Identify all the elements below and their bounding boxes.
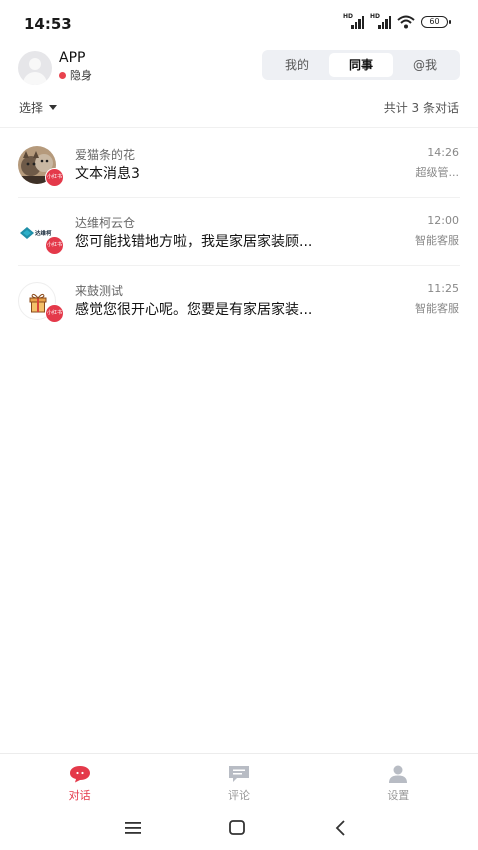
message-time: 14:26 (427, 146, 459, 159)
chat-bubble-icon (69, 766, 90, 783)
header: APP 隐身 我的 同事 @我 (0, 48, 478, 88)
status-bar: 14:53 HD HD 60 (0, 0, 478, 48)
tab-label: 评论 (227, 789, 250, 802)
assigned-agent: 超级管... (415, 166, 460, 179)
tab-mine[interactable]: 我的 (265, 53, 329, 77)
assigned-agent: 智能客服 (415, 302, 459, 315)
system-navigation (0, 806, 478, 850)
presence-status[interactable]: 隐身 (59, 67, 92, 83)
last-message: 文本消息3 (75, 166, 140, 182)
tab-conversations[interactable]: 对话 (0, 754, 159, 805)
list-toolbar: 选择 共计 3 条对话 (0, 90, 478, 128)
platform-badge: 小红书 (45, 236, 64, 255)
home-icon[interactable] (225, 816, 249, 840)
select-label: 选择 (19, 101, 44, 115)
last-message: 感觉您很开心呢。您要是有家居家装... (75, 302, 313, 318)
status-icons: HD HD 60 (343, 13, 451, 29)
tab-label: 对话 (68, 789, 91, 802)
contact-name: 来鼓测试 (75, 284, 124, 298)
contact-avatar: 达维柯 小红书 (18, 214, 64, 255)
segment-control: 我的 同事 @我 (262, 50, 460, 80)
contact-name: 爱猫条的花 (75, 148, 136, 162)
menu-icon[interactable] (121, 816, 145, 840)
signal-icon: HD (370, 13, 391, 29)
contact-avatar: 小红书 (18, 146, 64, 187)
presence-label: 隐身 (70, 69, 92, 82)
davico-logo-text: 达维柯 (35, 229, 52, 237)
person-icon (389, 765, 408, 783)
signal-icon: HD (343, 13, 364, 29)
platform-badge: 小红书 (45, 304, 64, 323)
status-time: 14:53 (24, 15, 72, 33)
platform-badge: 小红书 (45, 168, 64, 187)
select-dropdown[interactable]: 选择 (19, 99, 58, 116)
conversation-count: 共计 3 条对话 (383, 101, 459, 115)
tab-settings[interactable]: 设置 (319, 754, 478, 805)
message-time: 11:25 (427, 282, 459, 295)
conversation-row[interactable]: 小红书 来鼓测试 感觉您很开心呢。您要是有家居家装... 11:25 智能客服 (0, 266, 478, 334)
message-time: 12:00 (427, 214, 459, 227)
tab-label: 设置 (387, 789, 410, 802)
conversation-row[interactable]: 小红书 爱猫条的花 文本消息3 14:26 超级管... (0, 130, 478, 198)
conversation-list: 小红书 爱猫条的花 文本消息3 14:26 超级管... 达维柯 小红书 达维柯… (0, 130, 478, 334)
contact-name: 达维柯云仓 (75, 216, 136, 230)
tab-comments[interactable]: 评论 (159, 754, 318, 805)
battery-icon: 60 (421, 16, 451, 28)
last-message: 您可能找错地方啦，我是家居家装顾... (75, 234, 313, 250)
app-name: APP (59, 50, 86, 66)
assigned-agent: 智能客服 (415, 234, 459, 247)
user-avatar[interactable] (18, 51, 52, 85)
presence-dot-icon (59, 71, 66, 79)
tab-colleagues[interactable]: 同事 (329, 53, 393, 77)
contact-avatar: 小红书 (18, 282, 64, 323)
conversation-row[interactable]: 达维柯 小红书 达维柯云仓 您可能找错地方啦，我是家居家装顾... 12:00 … (0, 198, 478, 266)
comment-icon (228, 766, 249, 782)
caret-down-icon (49, 105, 58, 110)
back-icon[interactable] (329, 816, 353, 840)
tab-mentions[interactable]: @我 (393, 53, 457, 77)
bottom-tab-bar: 对话 评论 设置 (0, 753, 478, 805)
wifi-icon (397, 15, 415, 29)
